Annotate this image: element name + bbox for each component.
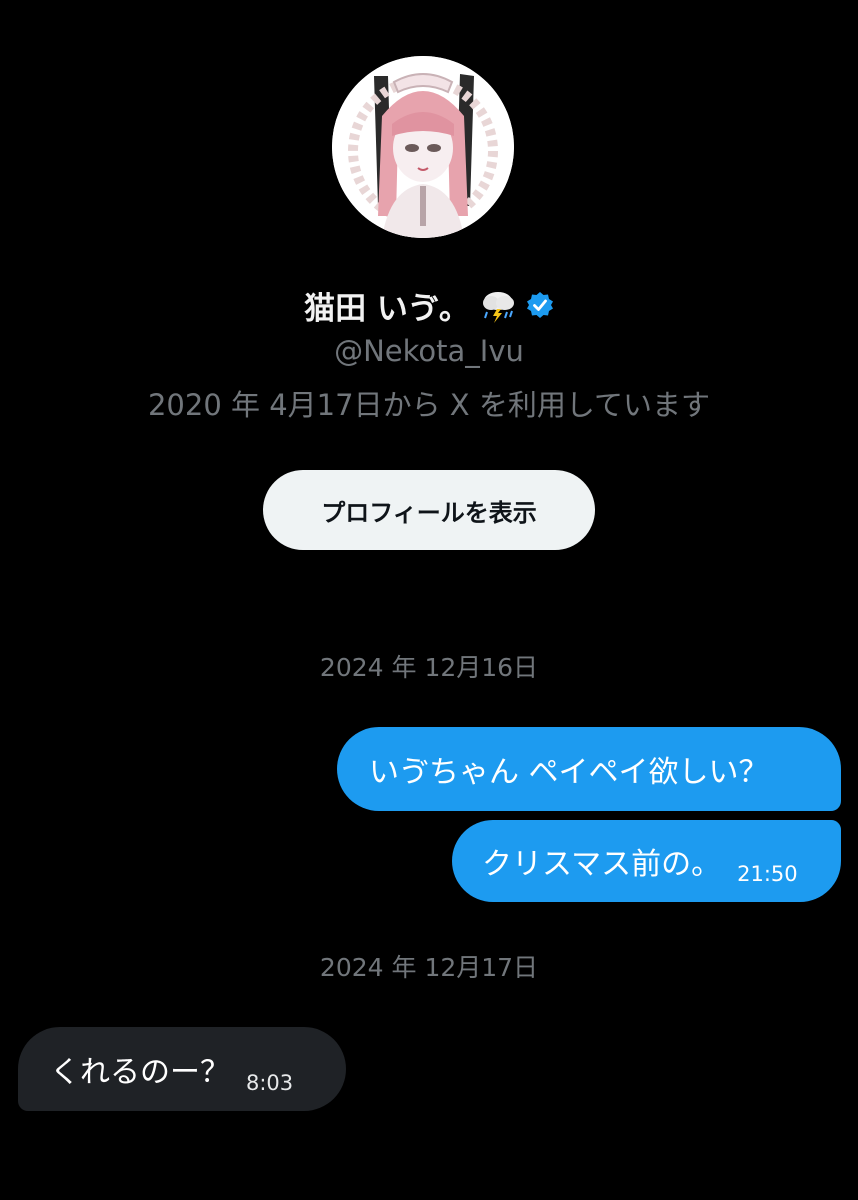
- message-text: いゔちゃん ペイペイ欲しい？: [369, 755, 769, 790]
- cloud-with-lightning-and-rain-icon: [478, 285, 518, 325]
- joined-date: 2020 年 4月17日から X を利用しています: [147, 388, 711, 422]
- message-timestamp: 8:03: [246, 1071, 294, 1095]
- profile-name-row: 猫田 いゔ。: [0, 280, 858, 330]
- date-separator: 2024 年 12月17日: [319, 953, 539, 982]
- display-name: 猫田 いゔ。: [304, 290, 470, 327]
- view-profile-button[interactable]: プロフィールを表示: [263, 470, 595, 550]
- received-message-bubble[interactable]: くれるのー？ 8:03: [18, 1027, 346, 1111]
- date-separator: 2024 年 12月16日: [319, 653, 539, 682]
- profile-avatar[interactable]: [332, 56, 514, 238]
- sent-message-bubble[interactable]: クリスマス前の。 21:50: [452, 820, 841, 902]
- message-timestamp: 21:50: [737, 862, 798, 886]
- sent-message-bubble[interactable]: いゔちゃん ペイペイ欲しい？: [337, 727, 841, 811]
- avatar-illustration: [332, 56, 514, 238]
- message-text: クリスマス前の。: [482, 847, 722, 882]
- verified-badge-icon: [526, 291, 554, 319]
- profile-handle: @Nekota_Ivu: [334, 334, 524, 368]
- message-text: くれるのー？: [50, 1055, 230, 1090]
